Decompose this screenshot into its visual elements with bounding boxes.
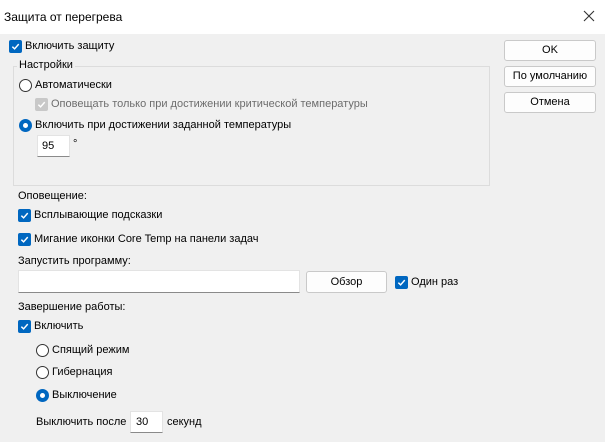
temperature-input[interactable]: 95	[37, 135, 70, 157]
hibernate-label: Гибернация	[52, 366, 113, 378]
shutdown-delay-value: 30	[136, 416, 149, 428]
cancel-button[interactable]: Отмена	[504, 92, 596, 113]
shutdown-enable-checkbox[interactable]	[18, 320, 31, 333]
settings-legend: Настройки	[17, 59, 75, 71]
run-once-checkbox[interactable]	[395, 276, 408, 289]
seconds-unit-label: секунд	[167, 416, 202, 428]
poweroff-label: Выключение	[52, 389, 117, 401]
title-bar: Защита от перегрева	[0, 0, 605, 34]
auto-radio[interactable]	[19, 79, 32, 92]
notify-critical-checkbox[interactable]	[35, 98, 48, 111]
run-program-heading: Запустить программу:	[18, 255, 131, 267]
popups-label: Всплывающие подсказки	[34, 209, 163, 221]
shutdown-enable-label: Включить	[34, 320, 84, 332]
sleep-label: Спящий режим	[52, 344, 130, 356]
blink-label: Мигание иконки Core Temp на панели задач	[34, 233, 259, 245]
degree-symbol: °	[73, 138, 78, 150]
close-icon[interactable]	[579, 6, 599, 26]
sleep-radio[interactable]	[36, 344, 49, 357]
window-title: Защита от перегрева	[4, 10, 123, 24]
ok-button[interactable]: OK	[504, 40, 596, 61]
custom-temp-label: Включить при достижении заданной темпера…	[35, 119, 292, 131]
enable-protection-checkbox[interactable]	[9, 40, 22, 53]
custom-temp-radio[interactable]	[19, 119, 32, 132]
notify-critical-label: Оповещать только при достижении критичес…	[51, 98, 368, 110]
auto-label: Автоматически	[35, 79, 112, 91]
enable-protection-label: Включить защиту	[25, 40, 115, 52]
hibernate-radio[interactable]	[36, 366, 49, 379]
program-path-input[interactable]	[18, 270, 300, 293]
blink-checkbox[interactable]	[18, 233, 31, 246]
default-button[interactable]: По умолчанию	[504, 66, 596, 87]
notification-heading: Оповещение:	[18, 190, 87, 202]
browse-button[interactable]: Обзор	[306, 271, 387, 293]
popups-checkbox[interactable]	[18, 209, 31, 222]
run-once-label: Один раз	[411, 276, 459, 288]
shutdown-heading: Завершение работы:	[18, 301, 126, 313]
shutdown-delay-input[interactable]: 30	[130, 411, 163, 433]
temperature-value: 95	[42, 140, 55, 152]
shutdown-after-label: Выключить после	[36, 416, 127, 428]
poweroff-radio[interactable]	[36, 389, 49, 402]
